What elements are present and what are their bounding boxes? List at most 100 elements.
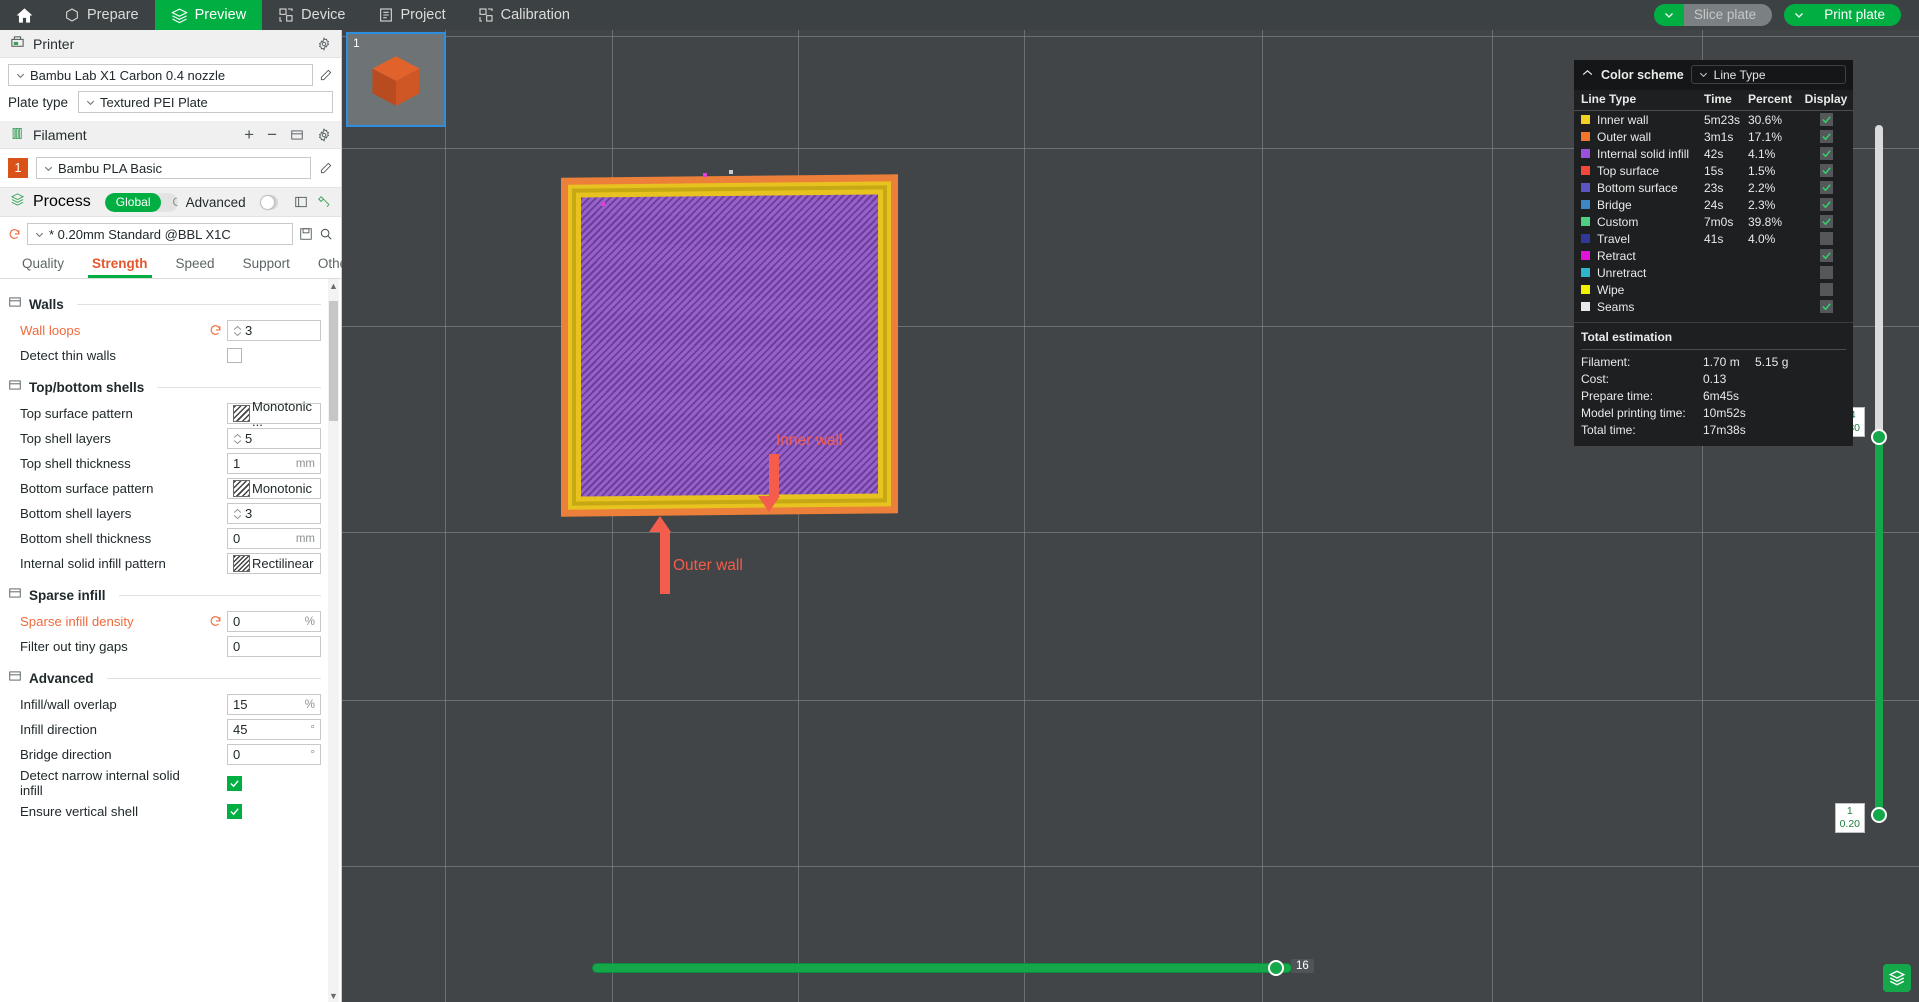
legend-display-checkbox[interactable] bbox=[1819, 249, 1833, 262]
process-preset-select[interactable]: * 0.20mm Standard @BBL X1C bbox=[27, 223, 293, 245]
tab-project[interactable]: Project bbox=[362, 0, 462, 30]
layer-slider-upper-handle[interactable] bbox=[1871, 429, 1887, 445]
setting-input[interactable]: Rectilinear bbox=[227, 553, 321, 574]
annotation-outer-wall-label: Outer wall bbox=[673, 557, 743, 574]
setting-checkbox[interactable] bbox=[227, 804, 242, 820]
setting-input[interactable]: 0 ° bbox=[227, 744, 321, 765]
legend-display-checkbox[interactable] bbox=[1819, 232, 1833, 245]
tab-prepare[interactable]: Prepare bbox=[48, 0, 155, 30]
tab-preview[interactable]: Preview bbox=[154, 0, 263, 30]
printer-edit-button[interactable] bbox=[319, 68, 333, 82]
setting-row: Wall loops 3 bbox=[6, 318, 321, 343]
legend-display-checkbox[interactable] bbox=[1819, 181, 1833, 194]
setting-input[interactable]: 0 mm bbox=[227, 528, 321, 549]
tab-strength[interactable]: Strength bbox=[78, 251, 162, 278]
legend-display-checkbox[interactable] bbox=[1819, 130, 1833, 143]
process-customize-button[interactable] bbox=[317, 195, 331, 209]
print-plate-button[interactable]: Print plate bbox=[1784, 4, 1901, 26]
annotation-inner-wall-label: Inner wall bbox=[776, 432, 843, 449]
filament-index-badge[interactable]: 1 bbox=[8, 158, 28, 178]
setting-reset-button[interactable] bbox=[209, 324, 222, 337]
check-icon bbox=[230, 808, 239, 816]
internal-solid-infill-region bbox=[581, 194, 878, 497]
layer-slider[interactable]: 44 8.80 1 0.20 bbox=[1834, 125, 1891, 833]
layer-slider-lower-label: 1 0.20 bbox=[1834, 802, 1865, 833]
total-value-secondary: 5.15 g bbox=[1755, 354, 1789, 369]
home-button[interactable] bbox=[0, 0, 48, 30]
tab-calibration[interactable]: Calibration bbox=[462, 0, 586, 30]
advanced-gear-icon bbox=[8, 669, 22, 688]
slice-plate-dropdown-caret[interactable] bbox=[1653, 4, 1684, 26]
setting-reset-button[interactable] bbox=[209, 615, 222, 628]
setting-input[interactable]: 1 mm bbox=[227, 453, 321, 474]
tab-support[interactable]: Support bbox=[229, 251, 304, 278]
legend-display-checkbox[interactable] bbox=[1819, 147, 1833, 160]
legend-display-checkbox[interactable] bbox=[1819, 283, 1833, 296]
setting-control: 1 mm bbox=[209, 453, 321, 474]
process-scope-objects[interactable]: Objects bbox=[161, 193, 177, 212]
top-navigation-bar: Prepare Preview Device Project Calibrati… bbox=[0, 0, 1919, 30]
add-filament-button[interactable]: + bbox=[244, 126, 254, 143]
settings-scrollbar-thumb[interactable] bbox=[329, 301, 338, 421]
legend-row-time: 15s bbox=[1704, 163, 1724, 178]
preview-3d-viewport[interactable]: 1 Inner wall Outer wall 16 1 0.20 Color … bbox=[342, 30, 1919, 1002]
moves-slider[interactable]: 16 bbox=[592, 959, 1314, 976]
advanced-toggle[interactable] bbox=[259, 194, 278, 210]
setting-spinner-arrows[interactable] bbox=[233, 508, 242, 520]
calibration-icon bbox=[478, 7, 494, 23]
layers-view-button[interactable] bbox=[1883, 964, 1911, 992]
plate-thumbnail-card[interactable]: 1 bbox=[346, 32, 446, 127]
legend-display-checkbox[interactable] bbox=[1819, 215, 1833, 228]
color-scheme-select[interactable]: Line Type bbox=[1690, 65, 1846, 84]
chevron-up-icon[interactable] bbox=[1581, 67, 1594, 83]
settings-scrollbar[interactable]: ▲ ▼ bbox=[328, 279, 339, 1002]
filament-settings-gear-button[interactable] bbox=[317, 127, 331, 142]
setting-checkbox[interactable] bbox=[227, 775, 242, 791]
filament-sync-button[interactable] bbox=[290, 128, 304, 142]
setting-spinner-arrows[interactable] bbox=[233, 433, 242, 445]
setting-input[interactable]: 5 bbox=[227, 428, 321, 449]
process-save-preset-button[interactable] bbox=[299, 227, 313, 241]
setting-input[interactable]: 45 ° bbox=[227, 719, 321, 740]
setting-input[interactable]: 3 bbox=[227, 320, 321, 341]
setting-checkbox[interactable] bbox=[227, 348, 242, 363]
filament-select[interactable]: Bambu PLA Basic bbox=[36, 157, 311, 179]
process-section-title: Process bbox=[33, 193, 91, 210]
tab-device[interactable]: Device bbox=[262, 0, 361, 30]
process-search-button[interactable] bbox=[319, 227, 333, 241]
moves-slider-handle[interactable] bbox=[1268, 960, 1284, 976]
printer-model-select[interactable]: Bambu Lab X1 Carbon 0.4 nozzle bbox=[8, 64, 313, 86]
setting-spinner-arrows[interactable] bbox=[233, 325, 242, 337]
legend-display-checkbox[interactable] bbox=[1819, 300, 1833, 313]
process-scope-global[interactable]: Global bbox=[104, 192, 162, 212]
legend-row-name: Retract bbox=[1597, 248, 1636, 263]
setting-input[interactable]: 0 bbox=[227, 636, 321, 657]
tab-speed[interactable]: Speed bbox=[162, 251, 229, 278]
total-estimation-title: Total estimation bbox=[1574, 322, 1853, 348]
legend-display-checkbox[interactable] bbox=[1819, 113, 1833, 126]
legend-display-checkbox[interactable] bbox=[1819, 164, 1833, 177]
process-compare-button[interactable] bbox=[294, 195, 308, 209]
setting-label: Infill direction bbox=[20, 721, 97, 737]
setting-input[interactable]: Monotonic ... bbox=[227, 399, 321, 429]
scroll-down-arrow[interactable]: ▼ bbox=[328, 989, 339, 1002]
setting-value: 0 bbox=[233, 747, 241, 762]
layer-slider-lower-handle[interactable] bbox=[1871, 807, 1887, 823]
process-preset-reset-button[interactable] bbox=[8, 228, 21, 241]
print-plate-dropdown-caret[interactable] bbox=[1784, 4, 1815, 26]
scroll-up-arrow[interactable]: ▲ bbox=[328, 279, 339, 292]
setting-input[interactable]: 0% bbox=[227, 611, 321, 632]
legend-row-name: Bridge bbox=[1597, 197, 1632, 212]
moves-slider-track[interactable] bbox=[592, 963, 1292, 973]
legend-display-checkbox[interactable] bbox=[1819, 266, 1833, 279]
legend-display-checkbox[interactable] bbox=[1819, 198, 1833, 211]
setting-input[interactable]: 3 bbox=[227, 503, 321, 524]
filament-edit-button[interactable] bbox=[319, 161, 333, 175]
setting-input[interactable]: 15% bbox=[227, 694, 321, 715]
tab-quality[interactable]: Quality bbox=[8, 251, 78, 278]
slice-plate-button[interactable]: Slice plate bbox=[1653, 4, 1773, 26]
setting-input[interactable]: Monotonic bbox=[227, 478, 321, 499]
plate-type-select[interactable]: Textured PEI Plate bbox=[78, 91, 333, 113]
remove-filament-button[interactable]: − bbox=[267, 126, 277, 143]
printer-settings-gear-button[interactable] bbox=[317, 36, 331, 51]
